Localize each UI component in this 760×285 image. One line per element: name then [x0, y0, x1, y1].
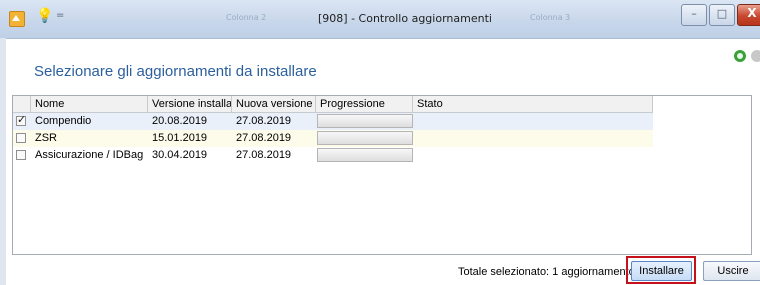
new-version: 27.08.2019 — [236, 115, 292, 127]
header-status[interactable]: Stato — [413, 96, 653, 112]
minimize-button[interactable]: – — [681, 4, 707, 26]
window-titlebar: 💡 = Colonna 2 [908] - Controllo aggiorna… — [0, 0, 760, 39]
header-installed-version[interactable]: Versione installata — [148, 96, 232, 112]
updates-table: Nome Versione installata Nuova versione … — [12, 95, 752, 255]
page-title: Selezionare gli aggiornamenti da install… — [34, 63, 317, 80]
close-button[interactable]: X — [737, 4, 760, 26]
header-progress[interactable]: Progressione — [316, 96, 413, 112]
header-new-version[interactable]: Nuova versione — [232, 96, 316, 112]
install-button[interactable]: Installare — [631, 261, 692, 281]
maximize-icon: □ — [716, 7, 728, 20]
installed-version: 20.08.2019 — [152, 115, 208, 127]
quick-access-menu-icon[interactable]: = — [56, 10, 64, 21]
table-row[interactable]: Compendio 20.08.2019 27.08.2019 — [13, 113, 653, 130]
row-checkbox[interactable] — [16, 150, 26, 160]
row-checkbox[interactable] — [16, 113, 26, 126]
update-status — [413, 147, 653, 164]
ghost-column-label: Colonna 2 — [226, 13, 267, 22]
update-status — [413, 130, 653, 147]
installed-version: 30.04.2019 — [152, 149, 208, 161]
window-title: [908] - Controllo aggiornamenti — [318, 12, 492, 25]
progress-bar — [317, 148, 413, 162]
stop-icon[interactable] — [751, 50, 760, 62]
close-icon: X — [747, 6, 757, 20]
exit-button[interactable]: Uscire — [703, 261, 760, 281]
update-status — [413, 113, 653, 130]
maximize-button[interactable]: □ — [709, 4, 735, 26]
update-name: ZSR — [35, 132, 57, 144]
update-name: Assicurazione / IDBag — [35, 149, 144, 161]
refresh-icon[interactable] — [734, 50, 746, 62]
progress-bar — [317, 131, 413, 145]
ghost-column-label: Colonna 3 — [530, 13, 571, 22]
header-checkbox-col — [13, 96, 31, 112]
window-left-edge — [0, 38, 6, 285]
installed-version: 15.01.2019 — [152, 132, 208, 144]
table-row[interactable]: Assicurazione / IDBag 30.04.2019 27.08.2… — [13, 147, 653, 164]
row-checkbox[interactable] — [16, 133, 26, 143]
new-version: 27.08.2019 — [236, 149, 292, 161]
table-header: Nome Versione installata Nuova versione … — [13, 96, 653, 113]
selected-total-label: Totale selezionato: 1 aggiornamento — [458, 266, 635, 278]
update-name: Compendio — [35, 115, 92, 127]
app-icon[interactable] — [9, 11, 25, 27]
table-row[interactable]: ZSR 15.01.2019 27.08.2019 — [13, 130, 653, 147]
progress-bar — [317, 114, 413, 128]
new-version: 27.08.2019 — [236, 132, 292, 144]
lightbulb-icon[interactable]: 💡 — [36, 8, 53, 24]
minimize-icon: – — [691, 7, 697, 20]
header-name[interactable]: Nome — [31, 96, 148, 112]
